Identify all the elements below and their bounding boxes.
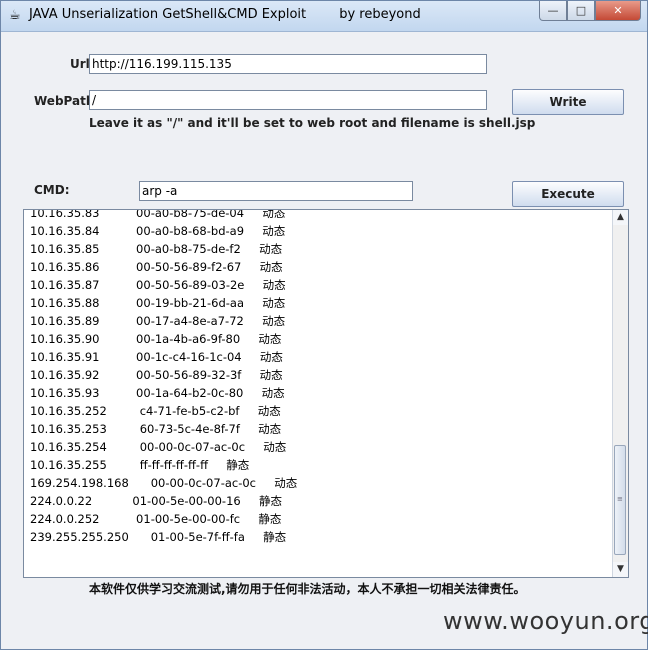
app-window: ☕ JAVA Unserialization GetShell&CMD Expl… [0, 0, 648, 650]
close-button[interactable]: ✕ [595, 1, 641, 21]
window-title: JAVA Unserialization GetShell&CMD Exploi… [29, 7, 421, 22]
scroll-up-icon[interactable]: ▲ [613, 210, 628, 225]
grip-icon: ≡ [617, 495, 623, 503]
cmd-label: CMD: [34, 183, 70, 197]
main-panel: Url: WebPath: Write Leave it as "/" and … [9, 32, 639, 642]
minimize-button[interactable]: — [539, 1, 567, 21]
output-line: 10.16.35.255 ff-ff-ff-ff-ff-ff 静态 [30, 458, 250, 472]
window-controls: — □ ✕ [539, 1, 641, 21]
execute-button[interactable]: Execute [512, 181, 624, 207]
output-line: 10.16.35.84 00-a0-b8-68-bd-a9 动态 [30, 224, 286, 238]
scroll-down-icon[interactable]: ▼ [613, 562, 628, 577]
output-line: 10.16.35.252 c4-71-fe-b5-c2-bf 动态 [30, 404, 281, 418]
output-line: 10.16.35.254 00-00-0c-07-ac-0c 动态 [30, 440, 287, 454]
output-line: 10.16.35.93 00-1a-64-b2-0c-80 动态 [30, 386, 285, 400]
output-line: 10.16.35.86 00-50-56-89-f2-67 动态 [30, 260, 283, 274]
output-line: 10.16.35.91 00-1c-c4-16-1c-04 动态 [30, 350, 283, 364]
output-line: 224.0.0.252 01-00-5e-00-00-fc 静态 [30, 512, 282, 526]
maximize-button[interactable]: □ [567, 1, 595, 21]
output-line: 10.16.35.83 00-a0-b8-75-de-04 动态 [30, 209, 286, 220]
webpath-input[interactable] [89, 90, 487, 110]
url-input[interactable] [89, 54, 487, 74]
output-line: 224.0.0.22 01-00-5e-00-00-16 静态 [30, 494, 282, 508]
output-lines: 10.16.35.83 00-a0-b8-75-de-04 动态 10.16.35… [30, 209, 298, 546]
cmd-input[interactable] [139, 181, 413, 201]
scroll-thumb[interactable]: ≡ [614, 445, 626, 555]
output-line: 10.16.35.88 00-19-bb-21-6d-aa 动态 [30, 296, 286, 310]
vertical-scrollbar[interactable]: ▲ ≡ ▼ [612, 210, 628, 577]
output-textarea[interactable]: 10.16.35.83 00-a0-b8-75-de-04 动态 10.16.35… [23, 209, 629, 578]
title-bar[interactable]: ☕ JAVA Unserialization GetShell&CMD Expl… [1, 1, 647, 32]
output-line: 10.16.35.87 00-50-56-89-03-2e 动态 [30, 278, 286, 292]
output-line: 10.16.35.253 60-73-5c-4e-8f-7f 动态 [30, 422, 282, 436]
output-line: 169.254.198.168 00-00-0c-07-ac-0c 动态 [30, 476, 298, 490]
write-button[interactable]: Write [512, 89, 624, 115]
output-line: 10.16.35.85 00-a0-b8-75-de-f2 动态 [30, 242, 283, 256]
output-line: 10.16.35.90 00-1a-4b-a6-9f-80 动态 [30, 332, 282, 346]
disclaimer-text: 本软件仅供学习交流测试,请勿用于任何非法活动，本人不承担一切相关法律责任。 [89, 582, 526, 596]
output-line: 10.16.35.89 00-17-a4-8e-a7-72 动态 [30, 314, 286, 328]
output-line: 10.16.35.92 00-50-56-89-32-3f 动态 [30, 368, 283, 382]
output-line: 239.255.255.250 01-00-5e-7f-ff-fa 静态 [30, 530, 287, 544]
watermark: www.wooyun.org [443, 607, 648, 635]
java-cup-icon: ☕ [9, 8, 21, 23]
webpath-hint: Leave it as "/" and it'll be set to web … [89, 116, 536, 130]
